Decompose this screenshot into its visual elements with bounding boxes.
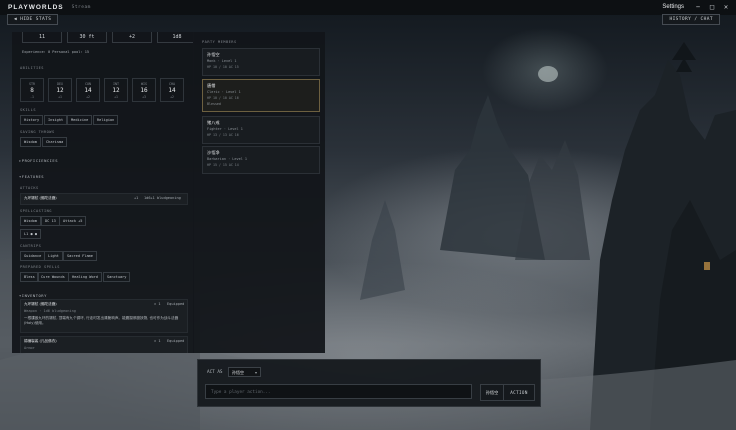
act-as-label: ACT AS xyxy=(207,370,223,375)
experience-text: Experience: 0 Personal pool: 15 xyxy=(22,50,90,54)
attack-damage: 1d6+1 bludgeoning xyxy=(144,196,181,200)
attack-name: 九环锡杖 (佛陀法器) xyxy=(24,196,57,200)
cantrip-chip: Light xyxy=(44,251,63,261)
ability-dex: DEX 12 +1 xyxy=(48,78,72,102)
attack-bonus: +1 xyxy=(134,196,139,200)
item-status: Equipped xyxy=(167,339,185,343)
member-status: Blessed xyxy=(207,102,221,106)
attacks-heading: ATTACKS xyxy=(20,186,39,190)
skills-heading: SKILLS xyxy=(20,108,36,112)
close-icon[interactable]: ✕ xyxy=(720,2,732,12)
features-toggle[interactable]: ▾FEATURES xyxy=(19,174,44,179)
spell-dc-chip: DC 13 xyxy=(41,216,60,226)
member-name: 猪八戒 xyxy=(207,120,220,125)
proficiencies-toggle[interactable]: ▸PROFICIENCIES xyxy=(19,158,58,163)
inventory-toggle[interactable]: ▾INVENTORY xyxy=(19,293,47,298)
member-hp: HP 13 / 13 AC 16 xyxy=(207,133,239,137)
spell-slots-chip: L1 ● ● xyxy=(20,229,41,239)
act-as-select[interactable]: 孙悟空 ▾ xyxy=(228,367,261,377)
party-member-card-selected[interactable]: 唐僧 Cleric · Level 1 HP 10 / 10 AC 16 Ble… xyxy=(202,79,320,112)
member-name: 沙悟净 xyxy=(207,150,220,155)
member-name: 唐僧 xyxy=(207,83,216,88)
member-name: 孙悟空 xyxy=(207,52,220,57)
member-class: Fighter · Level 1 xyxy=(207,127,243,131)
spell-attack-chip: Attack +5 xyxy=(59,216,87,226)
party-member-card[interactable]: 孙悟空 Monk · Level 1 HP 10 / 10 AC 15 xyxy=(202,48,320,76)
ability-wis: WIS 16 +3 xyxy=(132,78,156,102)
inventory-item[interactable]: 锦襕袈裟 (凡品佛衣) × 1 Equipped Armor xyxy=(20,336,188,353)
item-name: 锦襕袈裟 (凡品佛衣) xyxy=(24,339,57,343)
item-name: 九环锡杖 (佛陀法器) xyxy=(24,302,57,306)
item-description: 一根镶嵌九环的锡杖, 顶端有九个铜环, 行走时发出清脆响声。能震摄邪魔妖物, 也… xyxy=(24,316,179,325)
cantrips-heading: CANTRIPS xyxy=(20,244,42,248)
prepared-spell-chip: Cure Wounds xyxy=(37,272,69,282)
hit-dice-value: 1d8 xyxy=(157,32,193,43)
spellcasting-heading: SPELLCASTING xyxy=(20,209,52,213)
prepared-spell-chip: Sanctuary xyxy=(103,272,131,282)
ability-str: STR 8 -1 xyxy=(20,78,44,102)
ability-con: CON 14 +2 xyxy=(76,78,100,102)
skill-chip: History xyxy=(20,115,44,125)
ability-cha: CHA 14 +2 xyxy=(160,78,184,102)
party-member-card[interactable]: 猪八戒 Fighter · Level 1 HP 13 / 13 AC 16 xyxy=(202,116,320,144)
armor-class-value: 11 xyxy=(22,32,62,43)
cantrip-chip: Guidance xyxy=(20,251,46,261)
skill-chip: Insight xyxy=(44,115,68,125)
history-chat-button[interactable]: HISTORY / CHAT xyxy=(662,14,720,25)
saving-throws-heading: SAVING THROWS xyxy=(20,130,55,134)
party-panel: PARTY MEMBERS 孙悟空 Monk · Level 1 HP 10 /… xyxy=(193,32,325,353)
party-member-card[interactable]: 沙悟净 Barbarian · Level 1 HP 15 / 15 AC 14 xyxy=(202,146,320,174)
abilities-heading: ABILITIES xyxy=(20,66,44,70)
saving-throw-chip: Charisma xyxy=(42,137,68,147)
prepared-spells-heading: PREPARED SPELLS xyxy=(20,265,60,269)
item-type: Weapon · 1d6 bludgeoning xyxy=(24,309,76,313)
settings-button[interactable]: Settings xyxy=(662,4,684,10)
action-bar: ACT AS 孙悟空 ▾ Type a player action... 孙悟空… xyxy=(197,359,541,407)
chevron-down-icon: ▾ xyxy=(254,370,257,375)
actor-name-badge[interactable]: 孙悟空 xyxy=(480,384,504,401)
item-count: × 1 xyxy=(154,302,161,306)
minimize-icon[interactable]: − xyxy=(692,2,704,12)
app-brand: PLAYWORLDS xyxy=(8,4,64,11)
ability-int: INT 12 +1 xyxy=(104,78,128,102)
initiative-value: +2 xyxy=(112,32,152,43)
stream-label[interactable]: Stream xyxy=(72,5,91,10)
member-class: Barbarian · Level 1 xyxy=(207,157,248,161)
member-class: Monk · Level 1 xyxy=(207,59,237,63)
member-class: Cleric · Level 1 xyxy=(207,90,241,94)
member-hp: HP 15 / 15 AC 14 xyxy=(207,163,239,167)
skill-chip: Religion xyxy=(93,115,119,125)
speed-value: 30 ft xyxy=(67,32,107,43)
action-submit-button[interactable]: ACTION xyxy=(503,384,535,401)
character-stats-panel: 11 30 ft +2 1d8 Experience: 0 Personal p… xyxy=(12,32,193,353)
title-bar: PLAYWORLDS Stream xyxy=(0,0,736,15)
player-action-input[interactable]: Type a player action... xyxy=(205,384,472,399)
prepared-spell-chip: Bless xyxy=(20,272,39,282)
cantrip-chip: Sacred Flame xyxy=(63,251,97,261)
skill-chip: Medicine xyxy=(67,115,93,125)
item-type: Armor xyxy=(24,346,35,350)
saving-throw-chip: Wisdom xyxy=(20,137,41,147)
maximize-icon[interactable]: □ xyxy=(706,2,718,12)
item-status: Equipped xyxy=(167,302,185,306)
attack-row[interactable]: 九环锡杖 (佛陀法器) +1 1d6+1 bludgeoning xyxy=(20,193,188,205)
spell-ability-chip: Wisdom xyxy=(20,216,41,226)
member-hp: HP 10 / 10 AC 15 xyxy=(207,65,239,69)
act-as-value: 孙悟空 xyxy=(232,370,244,375)
item-count: × 1 xyxy=(154,339,161,343)
party-heading: PARTY MEMBERS xyxy=(202,40,237,44)
prepared-spell-chip: Healing Word xyxy=(68,272,102,282)
inventory-item[interactable]: 九环锡杖 (佛陀法器) × 1 Equipped Weapon · 1d6 bl… xyxy=(20,299,188,333)
member-hp: HP 10 / 10 AC 16 xyxy=(207,96,239,100)
hide-stats-button[interactable]: ◀ HIDE STATS xyxy=(7,14,59,25)
combat-stats-row: 11 30 ft +2 1d8 xyxy=(22,32,193,43)
